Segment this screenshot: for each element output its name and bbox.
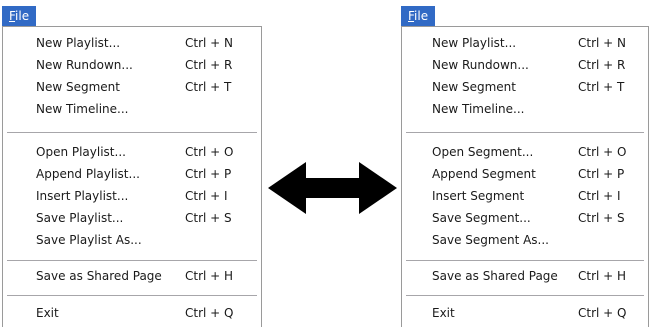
menu-item-shortcut: Ctrl + R	[185, 58, 233, 72]
menu-item-shortcut: Ctrl + Q	[185, 306, 234, 320]
menu-item-exit[interactable]: Exit Ctrl + Q	[402, 303, 648, 323]
menu-item-label: Save Segment...	[432, 211, 531, 225]
menu-item-exit[interactable]: Exit Ctrl + Q	[3, 303, 261, 323]
menu-item-new-segment[interactable]: New Segment Ctrl + T	[3, 77, 261, 97]
menu-item-label: New Segment	[432, 80, 516, 94]
menu-item-shortcut: Ctrl + N	[185, 36, 234, 50]
menu-item-label: Save Segment As...	[432, 233, 549, 247]
menu-item-shortcut: Ctrl + I	[185, 189, 228, 203]
menu-item-label: Save as Shared Page	[432, 269, 558, 283]
menu-item-label: New Segment	[36, 80, 120, 94]
menu-separator	[406, 260, 644, 262]
menu-item-label: Save Playlist As...	[36, 233, 142, 247]
menu-item-shortcut: Ctrl + R	[578, 58, 626, 72]
menu-item-label: Exit	[432, 306, 455, 320]
menu-item-label: New Playlist...	[36, 36, 121, 50]
menu-separator	[7, 132, 257, 134]
menu-item-save-segment-as[interactable]: Save Segment As...	[402, 230, 648, 250]
menu-item-shortcut: Ctrl + T	[185, 80, 232, 94]
menu-item-shortcut: Ctrl + Q	[578, 306, 627, 320]
file-menu-dropdown: New Playlist... Ctrl + N New Rundown... Ct…	[2, 26, 262, 327]
menu-item-shortcut: Ctrl + O	[185, 145, 234, 159]
menu-item-shortcut: Ctrl + I	[578, 189, 621, 203]
file-menu-title-rest: ile	[15, 9, 30, 23]
menu-item-label: New Timeline...	[36, 102, 129, 116]
menu-item-new-timeline[interactable]: New Timeline...	[3, 99, 261, 119]
menu-item-new-rundown[interactable]: New Rundown... Ctrl + R	[3, 55, 261, 75]
menu-item-shortcut: Ctrl + P	[185, 167, 232, 181]
file-menu-title[interactable]: File	[2, 6, 37, 26]
menu-item-shortcut: Ctrl + N	[578, 36, 627, 50]
menu-item-label: New Playlist...	[432, 36, 517, 50]
menu-separator	[7, 295, 257, 297]
menu-item-label: New Rundown...	[36, 58, 133, 72]
menu-item-new-playlist[interactable]: New Playlist... Ctrl + N	[3, 33, 261, 53]
menu-item-label: Open Segment...	[432, 145, 534, 159]
menu-item-label: Save Playlist...	[36, 211, 124, 225]
menu-item-new-segment[interactable]: New Segment Ctrl + T	[402, 77, 648, 97]
menu-item-insert-segment[interactable]: Insert Segment Ctrl + I	[402, 186, 648, 206]
menu-item-label: New Timeline...	[432, 102, 525, 116]
menu-item-label: Save as Shared Page	[36, 269, 162, 283]
file-menu-title-rest: ile	[414, 9, 429, 23]
menu-item-open-segment[interactable]: Open Segment... Ctrl + O	[402, 142, 648, 162]
menu-item-shortcut: Ctrl + P	[578, 167, 625, 181]
file-menu-dropdown: New Playlist... Ctrl + N New Rundown... Ct…	[401, 26, 649, 327]
menu-item-shortcut: Ctrl + O	[578, 145, 627, 159]
menu-item-save-as-shared-page[interactable]: Save as Shared Page Ctrl + H	[402, 266, 648, 286]
file-menu-left: File New Playlist... Ctrl + N New Rundown…	[0, 0, 263, 327]
file-menu-right: File New Playlist... Ctrl + N New Rundown…	[399, 0, 649, 327]
file-menu-title[interactable]: File	[401, 6, 436, 26]
menu-item-new-playlist[interactable]: New Playlist... Ctrl + N	[402, 33, 648, 53]
menu-item-shortcut: Ctrl + H	[185, 269, 234, 283]
menu-item-shortcut: Ctrl + S	[578, 211, 625, 225]
menu-item-insert-playlist[interactable]: Insert Playlist... Ctrl + I	[3, 186, 261, 206]
menu-item-label: Insert Segment	[432, 189, 525, 203]
menu-separator	[406, 295, 644, 297]
menu-item-append-segment[interactable]: Append Segment Ctrl + P	[402, 164, 648, 184]
menu-item-shortcut: Ctrl + T	[578, 80, 625, 94]
menu-item-shortcut: Ctrl + S	[185, 211, 232, 225]
menu-item-shortcut: Ctrl + H	[578, 269, 627, 283]
menu-item-label: Append Playlist...	[36, 167, 140, 181]
menu-item-label: Insert Playlist...	[36, 189, 129, 203]
menu-item-label: Open Playlist...	[36, 145, 126, 159]
menu-separator	[406, 132, 644, 134]
menu-item-save-playlist-as[interactable]: Save Playlist As...	[3, 230, 261, 250]
menu-item-save-as-shared-page[interactable]: Save as Shared Page Ctrl + H	[3, 266, 261, 286]
menu-item-label: New Rundown...	[432, 58, 529, 72]
double-headed-arrow-icon	[268, 162, 397, 214]
menu-item-open-playlist[interactable]: Open Playlist... Ctrl + O	[3, 142, 261, 162]
menu-item-label: Append Segment	[432, 167, 536, 181]
menu-item-append-playlist[interactable]: Append Playlist... Ctrl + P	[3, 164, 261, 184]
menu-item-new-rundown[interactable]: New Rundown... Ctrl + R	[402, 55, 648, 75]
menu-item-label: Exit	[36, 306, 59, 320]
menu-item-save-segment[interactable]: Save Segment... Ctrl + S	[402, 208, 648, 228]
menu-separator	[7, 260, 257, 262]
menu-item-save-playlist[interactable]: Save Playlist... Ctrl + S	[3, 208, 261, 228]
menu-item-new-timeline[interactable]: New Timeline...	[402, 99, 648, 119]
